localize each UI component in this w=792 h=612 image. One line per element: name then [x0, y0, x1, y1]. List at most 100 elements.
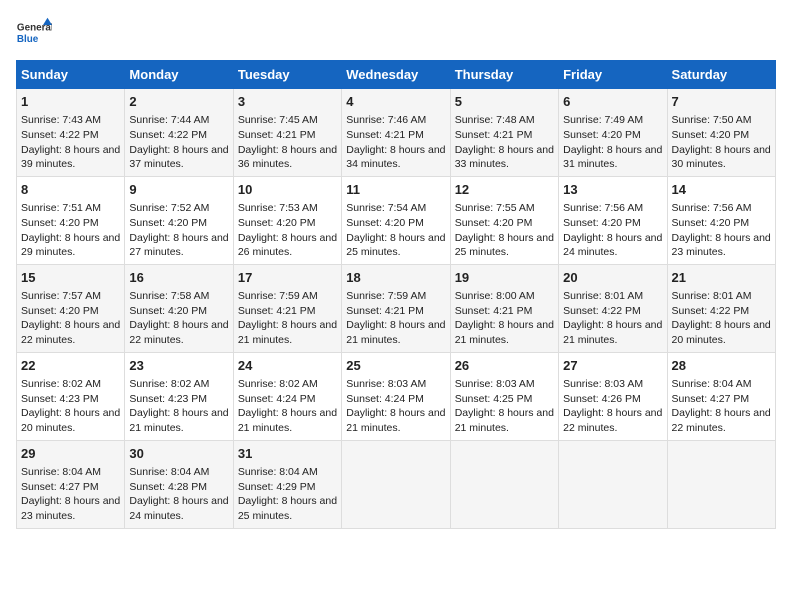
- day-cell: 2Sunrise: 7:44 AMSunset: 4:22 PMDaylight…: [125, 89, 233, 177]
- day-number: 12: [455, 181, 554, 199]
- day-cell: 13Sunrise: 7:56 AMSunset: 4:20 PMDayligh…: [559, 176, 667, 264]
- sunset-label: Sunset: 4:25 PM: [455, 393, 533, 405]
- sunrise-label: Sunrise: 8:02 AM: [238, 378, 318, 390]
- daylight-label: Daylight: 8 hours and 39 minutes.: [21, 144, 120, 171]
- day-cell: 18Sunrise: 7:59 AMSunset: 4:21 PMDayligh…: [342, 264, 450, 352]
- day-cell: 23Sunrise: 8:02 AMSunset: 4:23 PMDayligh…: [125, 352, 233, 440]
- sunset-label: Sunset: 4:28 PM: [129, 481, 207, 493]
- daylight-label: Daylight: 8 hours and 21 minutes.: [563, 319, 662, 346]
- week-row-4: 22 Sunrise: 8:02 AM Sunset: 4:23 PM Dayligh…: [17, 352, 776, 440]
- day-cell: 28Sunrise: 8:04 AMSunset: 4:27 PMDayligh…: [667, 352, 775, 440]
- header-sunday: Sunday: [17, 61, 125, 89]
- day-cell: 26Sunrise: 8:03 AMSunset: 4:25 PMDayligh…: [450, 352, 558, 440]
- sunset-label: Sunset: 4:20 PM: [21, 305, 99, 317]
- day-number: 19: [455, 269, 554, 287]
- daylight-label: Daylight: 8 hours and 36 minutes.: [238, 144, 337, 171]
- day-cell: 15Sunrise: 7:57 AMSunset: 4:20 PMDayligh…: [17, 264, 125, 352]
- day-number: 30: [129, 445, 228, 463]
- sunrise-label: Sunrise: 7:54 AM: [346, 202, 426, 214]
- day-cell: 9Sunrise: 7:52 AMSunset: 4:20 PMDaylight…: [125, 176, 233, 264]
- day-number: 28: [672, 357, 771, 375]
- daylight-label: Daylight: 8 hours and 30 minutes.: [672, 144, 771, 171]
- day-cell: [450, 440, 558, 528]
- day-number: 21: [672, 269, 771, 287]
- sunrise-label: Sunrise: 8:04 AM: [672, 378, 752, 390]
- sunrise-label: Sunrise: 8:02 AM: [129, 378, 209, 390]
- day-cell: 5Sunrise: 7:48 AMSunset: 4:21 PMDaylight…: [450, 89, 558, 177]
- sunset-label: Sunset: 4:20 PM: [455, 217, 533, 229]
- daylight-label: Daylight: 8 hours and 21 minutes.: [238, 407, 337, 434]
- day-cell: [559, 440, 667, 528]
- sunrise-label: Sunrise: 8:01 AM: [672, 290, 752, 302]
- sunset-label: Sunset: 4:20 PM: [563, 129, 641, 141]
- day-number: 9: [129, 181, 228, 199]
- day-number: 7: [672, 93, 771, 111]
- day-cell: 25Sunrise: 8:03 AMSunset: 4:24 PMDayligh…: [342, 352, 450, 440]
- daylight-label: Daylight: 8 hours and 34 minutes.: [346, 144, 445, 171]
- sunset-label: Sunset: 4:21 PM: [455, 305, 533, 317]
- sunset-label: Sunset: 4:21 PM: [238, 305, 316, 317]
- sunset-label: Sunset: 4:20 PM: [346, 217, 424, 229]
- header-tuesday: Tuesday: [233, 61, 341, 89]
- sunrise-label: Sunrise: 7:51 AM: [21, 202, 101, 214]
- sunrise-label: Sunrise: 8:03 AM: [563, 378, 643, 390]
- sunset-label: Sunset: 4:29 PM: [238, 481, 316, 493]
- sunrise-label: Sunrise: 8:02 AM: [21, 378, 101, 390]
- week-row-5: 29Sunrise: 8:04 AMSunset: 4:27 PMDayligh…: [17, 440, 776, 528]
- day-number: 31: [238, 445, 337, 463]
- daylight-label: Daylight: 8 hours and 22 minutes.: [563, 407, 662, 434]
- sunrise-label: Sunrise: 8:03 AM: [346, 378, 426, 390]
- sunset-label: Sunset: 4:23 PM: [129, 393, 207, 405]
- day-cell: 17Sunrise: 7:59 AMSunset: 4:21 PMDayligh…: [233, 264, 341, 352]
- header-monday: Monday: [125, 61, 233, 89]
- sunset-label: Sunset: 4:20 PM: [672, 129, 750, 141]
- day-number: 8: [21, 181, 120, 199]
- daylight-label: Daylight: 8 hours and 33 minutes.: [455, 144, 554, 171]
- sunrise-label: Sunrise: 7:56 AM: [563, 202, 643, 214]
- day-cell: 3Sunrise: 7:45 AMSunset: 4:21 PMDaylight…: [233, 89, 341, 177]
- calendar-table: SundayMondayTuesdayWednesdayThursdayFrid…: [16, 60, 776, 529]
- sunrise-label: Sunrise: 7:59 AM: [346, 290, 426, 302]
- sunrise-label: Sunrise: 8:00 AM: [455, 290, 535, 302]
- day-number: 24: [238, 357, 337, 375]
- daylight-label: Daylight: 8 hours and 22 minutes.: [21, 319, 120, 346]
- sunset-label: Sunset: 4:20 PM: [129, 217, 207, 229]
- day-number: 15: [21, 269, 120, 287]
- day-number: 6: [563, 93, 662, 111]
- sunrise-label: Sunrise: 7:48 AM: [455, 114, 535, 126]
- day-cell: [342, 440, 450, 528]
- sunrise-label: Sunrise: 7:59 AM: [238, 290, 318, 302]
- day-number: 18: [346, 269, 445, 287]
- day-cell: 4Sunrise: 7:46 AMSunset: 4:21 PMDaylight…: [342, 89, 450, 177]
- svg-text:Blue: Blue: [17, 34, 39, 45]
- sunset-label: Sunset: 4:20 PM: [238, 217, 316, 229]
- week-row-1: 1Sunrise: 7:43 AMSunset: 4:22 PMDaylight…: [17, 89, 776, 177]
- day-cell: 1Sunrise: 7:43 AMSunset: 4:22 PMDaylight…: [17, 89, 125, 177]
- daylight-label: Daylight: 8 hours and 25 minutes.: [238, 495, 337, 522]
- sunset-label: Sunset: 4:21 PM: [346, 129, 424, 141]
- sunset-label: Sunset: 4:20 PM: [563, 217, 641, 229]
- day-cell: 30Sunrise: 8:04 AMSunset: 4:28 PMDayligh…: [125, 440, 233, 528]
- logo: General Blue: [16, 16, 52, 52]
- daylight-label: Daylight: 8 hours and 23 minutes.: [21, 495, 120, 522]
- day-number: 20: [563, 269, 662, 287]
- daylight-label: Daylight: 8 hours and 21 minutes.: [455, 407, 554, 434]
- day-cell: 10Sunrise: 7:53 AMSunset: 4:20 PMDayligh…: [233, 176, 341, 264]
- daylight-label: Daylight: 8 hours and 20 minutes.: [21, 407, 120, 434]
- day-cell: 22Sunrise: 8:02 AMSunset: 4:23 PMDayligh…: [17, 352, 125, 440]
- day-cell: 16Sunrise: 7:58 AMSunset: 4:20 PMDayligh…: [125, 264, 233, 352]
- sunset-label: Sunset: 4:20 PM: [672, 217, 750, 229]
- day-cell: 7Sunrise: 7:50 AMSunset: 4:20 PMDaylight…: [667, 89, 775, 177]
- sunset-label: Sunset: 4:22 PM: [129, 129, 207, 141]
- day-cell: 24Sunrise: 8:02 AMSunset: 4:24 PMDayligh…: [233, 352, 341, 440]
- sunset-label: Sunset: 4:21 PM: [455, 129, 533, 141]
- sunset-label: Sunset: 4:21 PM: [346, 305, 424, 317]
- day-number: 22: [21, 357, 120, 375]
- daylight-label: Daylight: 8 hours and 22 minutes.: [129, 319, 228, 346]
- day-number: 11: [346, 181, 445, 199]
- sunset-label: Sunset: 4:22 PM: [21, 129, 99, 141]
- day-number: 4: [346, 93, 445, 111]
- sunset-label: Sunset: 4:27 PM: [21, 481, 99, 493]
- sunrise-label: Sunrise: 8:04 AM: [238, 466, 318, 478]
- day-cell: [667, 440, 775, 528]
